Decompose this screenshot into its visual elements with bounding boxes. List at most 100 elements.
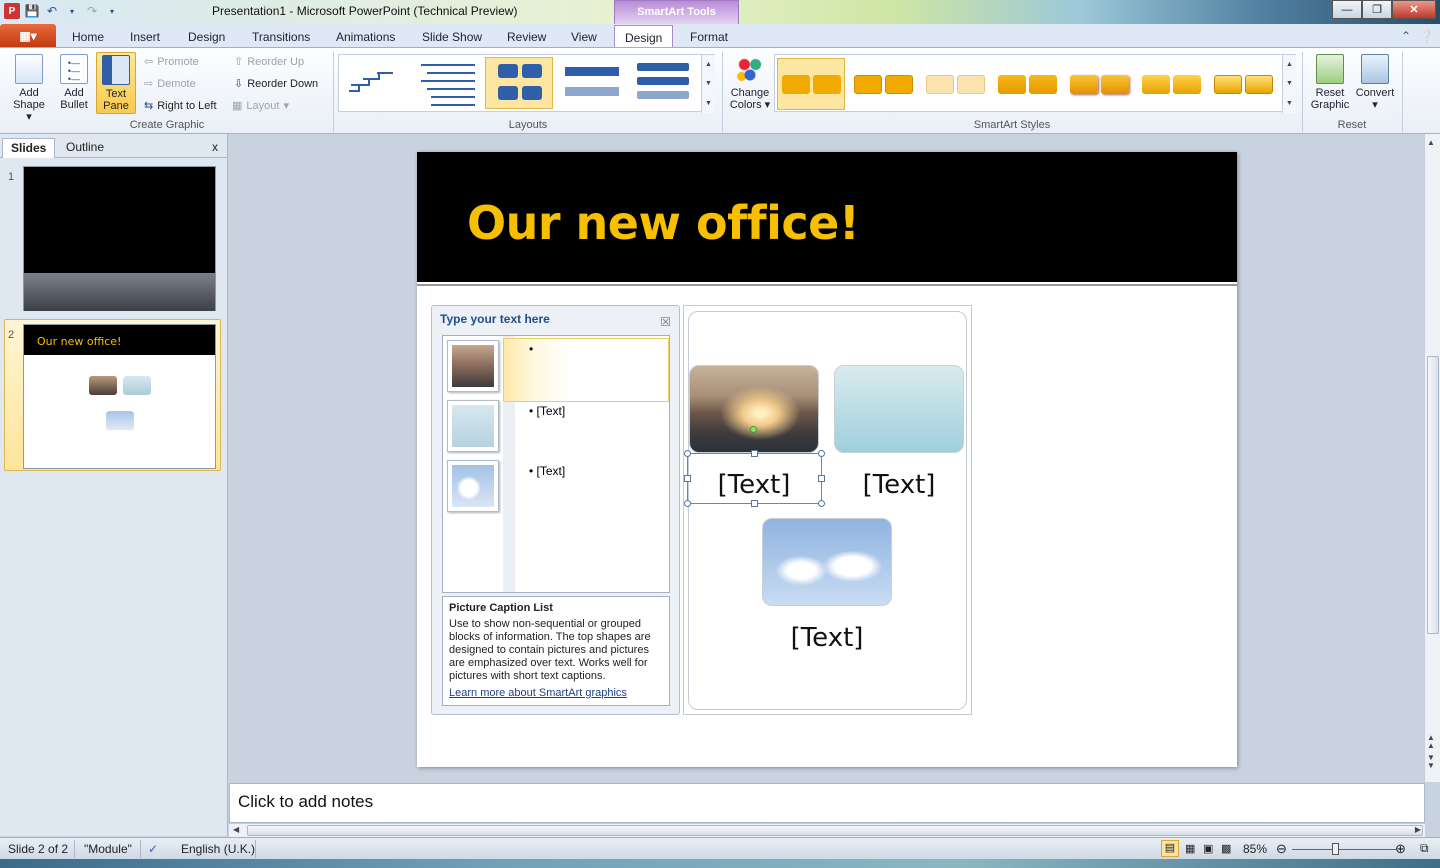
save-icon[interactable]: 💾 (24, 3, 40, 19)
styles-gallery-scroll[interactable]: ▲ ▼ ▼ (1282, 55, 1296, 113)
add-bullet-button[interactable]: •— •— •— Add Bullet (55, 52, 93, 114)
change-colors-button[interactable]: Change Colors ▾ (728, 52, 772, 114)
style-option[interactable] (993, 58, 1061, 110)
normal-view-icon[interactable]: ▤ (1161, 840, 1179, 857)
text-pane-button[interactable]: Text Pane (96, 52, 136, 114)
undo-dropdown-icon[interactable]: ▾ (64, 3, 80, 19)
slide-indicator[interactable]: Slide 2 of 2 (8, 842, 68, 856)
scroll-up-icon[interactable]: ▲ (1286, 61, 1293, 68)
customize-qat-icon[interactable]: ▾ (104, 3, 120, 19)
tab-slide-show[interactable]: Slide Show (422, 30, 482, 44)
close-panel-icon[interactable]: x (212, 140, 218, 154)
minimize-ribbon-icon[interactable]: ⌃ (1401, 29, 1411, 43)
convert-button[interactable]: Convert ▾ (1354, 52, 1396, 114)
scroll-thumb[interactable] (247, 825, 1423, 836)
slide-title[interactable]: Our new office! (467, 196, 860, 250)
zoom-in-icon[interactable]: ⊕ (1395, 841, 1406, 857)
maximize-button[interactable]: ❐ (1362, 0, 1392, 19)
tab-outline[interactable]: Outline (58, 138, 112, 158)
redo-icon[interactable]: ↷ (84, 3, 100, 19)
resize-handle[interactable] (818, 450, 825, 457)
demote-button[interactable]: ⇨ Demote (144, 77, 196, 91)
next-slide-icon[interactable]: ▼ ▼ (1427, 754, 1435, 770)
scroll-up-icon[interactable]: ▲ (705, 61, 712, 68)
scroll-up-icon[interactable]: ▲ (1427, 138, 1435, 147)
tab-slides[interactable]: Slides (2, 138, 56, 158)
text-bullet-3[interactable]: • [Text] (529, 464, 565, 478)
resize-handle[interactable] (684, 500, 691, 507)
scroll-down-icon[interactable]: ▼ (705, 80, 712, 87)
help-icon[interactable]: ❔ (1419, 29, 1434, 43)
tab-animations[interactable]: Animations (336, 30, 395, 44)
text-bullet-2[interactable]: • [Text] (529, 404, 565, 418)
style-option[interactable] (1209, 58, 1277, 110)
add-shape-button[interactable]: Add Shape ▾ (10, 52, 48, 123)
resize-handle[interactable] (684, 450, 691, 457)
prev-slide-icon[interactable]: ▲ ▲ (1427, 734, 1435, 750)
reading-view-icon[interactable]: ▣ (1203, 842, 1213, 855)
layout-option[interactable] (557, 57, 625, 109)
resize-handle[interactable] (818, 475, 825, 482)
zoom-slider-thumb[interactable] (1332, 843, 1339, 855)
picture-placeholder[interactable] (447, 460, 499, 512)
rotate-handle[interactable] (750, 426, 757, 433)
sky-photo[interactable] (762, 518, 892, 606)
close-button[interactable]: ✕ (1392, 0, 1436, 19)
resize-handle[interactable] (751, 450, 758, 457)
tab-home[interactable]: Home (72, 30, 104, 44)
text-pane-close-icon[interactable]: ☒ (660, 315, 671, 329)
tab-review[interactable]: Review (507, 30, 546, 44)
picture-placeholder[interactable] (447, 400, 499, 452)
reorder-down-button[interactable]: ⇩ Reorder Down (234, 77, 318, 91)
caption-2[interactable]: [Text] (834, 470, 964, 500)
zoom-level[interactable]: 85% (1243, 842, 1267, 856)
tab-smartart-design[interactable]: Design (614, 25, 674, 48)
layout-button[interactable]: ▦ Layout ▾ (232, 99, 289, 113)
layout-option[interactable] (629, 57, 697, 109)
text-pane-row-selected[interactable] (503, 338, 669, 402)
scroll-left-icon[interactable]: ◀ (233, 825, 239, 834)
tab-view[interactable]: View (571, 30, 597, 44)
layouts-gallery-scroll[interactable]: ▲ ▼ ▼ (701, 55, 715, 113)
style-option[interactable] (921, 58, 989, 110)
more-icon[interactable]: ▼ (1286, 100, 1293, 107)
undo-icon[interactable]: ↶ (44, 3, 60, 19)
promote-button[interactable]: ⇦ Promote (144, 55, 199, 69)
slideshow-view-icon[interactable]: ▩ (1221, 842, 1231, 855)
minimize-button[interactable]: — (1332, 0, 1362, 19)
sea-photo[interactable] (834, 365, 964, 453)
style-option[interactable] (849, 58, 917, 110)
horizontal-scrollbar[interactable]: ◀ ▶ (229, 823, 1425, 837)
layout-option-selected[interactable] (485, 57, 553, 109)
style-option-selected[interactable] (777, 58, 845, 110)
tab-insert[interactable]: Insert (130, 30, 160, 44)
file-tab[interactable]: ▦▾ (0, 24, 56, 47)
style-option[interactable] (1065, 58, 1133, 110)
tab-design[interactable]: Design (188, 30, 225, 44)
style-option[interactable] (1137, 58, 1205, 110)
text-bullet-1[interactable]: • (529, 342, 533, 356)
language-indicator[interactable]: English (U.K.) (181, 842, 255, 856)
sunset-photo[interactable] (689, 365, 819, 453)
resize-handle[interactable] (684, 475, 691, 482)
powerpoint-logo-icon[interactable]: P (4, 3, 20, 19)
caption-3[interactable]: [Text] (762, 623, 892, 653)
scroll-right-icon[interactable]: ▶ (1415, 825, 1421, 834)
resize-handle[interactable] (751, 500, 758, 507)
zoom-slider[interactable] (1292, 849, 1396, 850)
tab-transitions[interactable]: Transitions (252, 30, 310, 44)
learn-more-link[interactable]: Learn more about SmartArt graphics (449, 687, 663, 700)
right-to-left-button[interactable]: ⇆ Right to Left (144, 99, 217, 113)
picture-placeholder[interactable] (447, 340, 499, 392)
slide-thumbnail-1[interactable] (23, 166, 216, 311)
layout-option[interactable] (341, 57, 409, 109)
theme-name[interactable]: "Module" (84, 842, 132, 856)
resize-handle[interactable] (818, 500, 825, 507)
layout-option[interactable] (413, 57, 481, 109)
scroll-thumb[interactable] (1427, 356, 1439, 634)
reorder-up-button[interactable]: ⇧ Reorder Up (234, 55, 304, 69)
zoom-out-icon[interactable]: ⊖ (1276, 841, 1287, 857)
spell-check-icon[interactable]: ✓ (148, 842, 158, 856)
more-icon[interactable]: ▼ (705, 100, 712, 107)
reset-graphic-button[interactable]: Reset Graphic (1308, 52, 1352, 114)
